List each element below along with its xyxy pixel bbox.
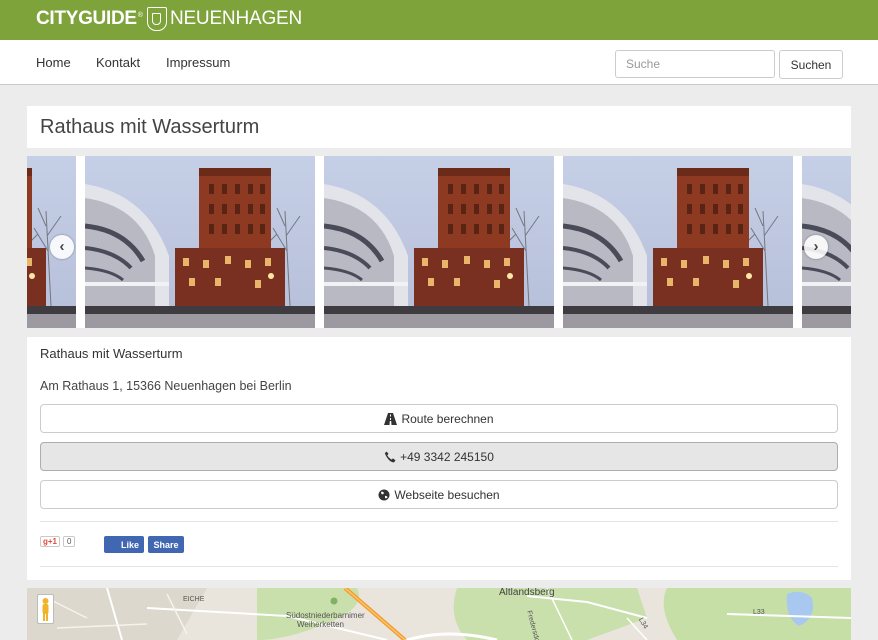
embedded-map[interactable]: Altlandsberg Südostniederbarnimer Weiher… [27, 588, 851, 640]
logo-cityguide-text: CITYGUIDE [36, 8, 137, 29]
chevron-right-icon[interactable]: › [804, 235, 828, 259]
facebook-like-label: Like [120, 539, 139, 550]
map-label-weiherketten: Weiherketten [297, 620, 344, 629]
nav-link-kontakt[interactable]: Kontakt [96, 55, 140, 70]
route-button[interactable]: Route berechnen [40, 404, 838, 433]
website-button-label: Webseite besuchen [394, 487, 500, 502]
carousel-slide[interactable] [85, 156, 315, 328]
street-view-pegman-icon[interactable] [37, 594, 54, 624]
chevron-left-icon[interactable]: ‹ [50, 235, 74, 259]
map-label-altlandsberg: Altlandsberg [499, 588, 555, 598]
website-button[interactable]: Webseite besuchen [40, 480, 838, 509]
image-carousel[interactable]: ‹ › [27, 156, 851, 328]
main-navbar: Home Kontakt Impressum Suchen [0, 40, 878, 85]
google-plus-button[interactable]: g+1 [40, 536, 61, 547]
registered-mark: ® [137, 11, 143, 19]
phone-button-label: +49 3342 245150 [400, 449, 494, 464]
map-label-suedostniederbarnimer: Südostniederbarnimer [286, 611, 365, 620]
search-input[interactable] [615, 50, 775, 78]
map-label-l33: L33 [753, 609, 765, 616]
phone-icon [384, 451, 396, 463]
carousel-slide[interactable] [324, 156, 554, 328]
phone-button[interactable]: +49 3342 245150 [40, 442, 838, 471]
place-address: Am Rathaus 1, 15366 Neuenhagen bei Berli… [40, 379, 292, 393]
google-plus-widget[interactable]: g+1 0 [40, 536, 76, 547]
info-card: Rathaus mit Wasserturm Am Rathaus 1, 153… [27, 337, 851, 580]
facebook-like-button[interactable]: Like [104, 536, 144, 553]
google-plus-count: 0 [63, 536, 76, 547]
carousel-slide[interactable] [563, 156, 793, 328]
facebook-share-label: Share [153, 539, 179, 550]
town-crest-icon [146, 7, 167, 31]
nav-link-impressum[interactable]: Impressum [166, 55, 230, 70]
site-logo[interactable]: CITYGUIDE ® NEUENHAGEN [36, 6, 302, 32]
map-background [27, 588, 851, 640]
place-name: Rathaus mit Wasserturm [40, 346, 183, 361]
globe-icon [378, 489, 390, 501]
route-button-label: Route berechnen [401, 411, 494, 426]
divider [40, 566, 838, 567]
top-brand-bar: CITYGUIDE ® NEUENHAGEN [0, 0, 878, 40]
logo-town-text: NEUENHAGEN [169, 8, 303, 29]
page-title: Rathaus mit Wasserturm [40, 116, 260, 138]
facebook-share-button[interactable]: Share [148, 536, 184, 553]
nav-link-home[interactable]: Home [36, 55, 71, 70]
search-button[interactable]: Suchen [779, 50, 843, 79]
title-card: Rathaus mit Wasserturm [27, 106, 851, 148]
road-icon [384, 412, 398, 425]
map-label-eiche: EICHE [183, 596, 205, 603]
divider [40, 521, 838, 522]
